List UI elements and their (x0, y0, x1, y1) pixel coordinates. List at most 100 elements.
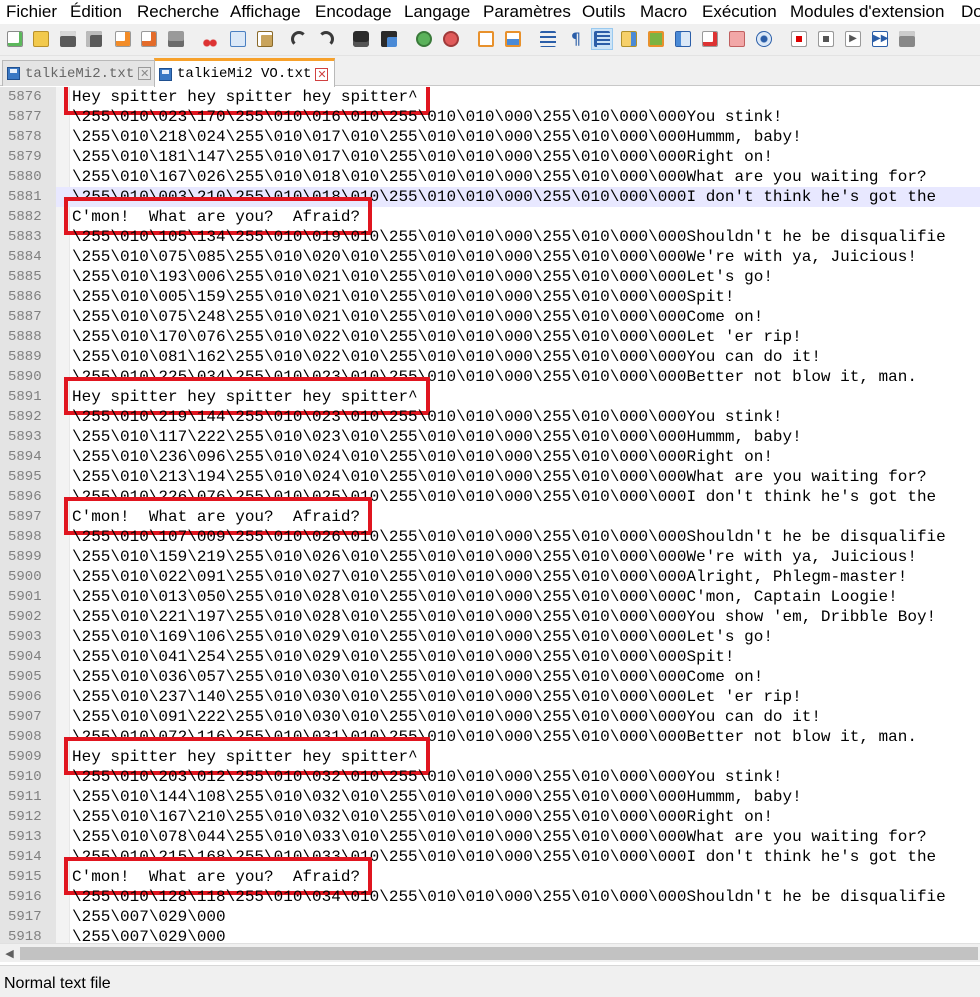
show-all-chars-icon[interactable]: ¶ (565, 28, 587, 50)
redo-icon[interactable] (315, 28, 337, 50)
line-text: \255\010\081\162\255\010\022\010\255\010… (72, 348, 821, 366)
editor-line[interactable]: 5907 \255\010\091\222\255\010\030\010\255… (0, 707, 980, 727)
stop-macro-icon[interactable] (815, 28, 837, 50)
line-text: \255\010\107\009\255\010\026\010\255\010… (72, 528, 946, 546)
editor-line[interactable]: 5893 \255\010\117\222\255\010\023\010\255… (0, 427, 980, 447)
save-all-icon[interactable] (83, 28, 105, 50)
editor-line[interactable]: 5899 \255\010\159\219\255\010\026\010\255… (0, 547, 980, 567)
cut-icon[interactable] (199, 28, 221, 50)
line-text: \255\010\117\222\255\010\023\010\255\010… (72, 428, 802, 446)
close-icon[interactable]: ✕ (315, 67, 329, 81)
line-number: 5894 (0, 447, 56, 467)
line-text: \255\007\029\000 (72, 908, 226, 926)
sync-v-icon[interactable] (475, 28, 497, 50)
folder-workspace-icon[interactable] (672, 28, 694, 50)
line-number: 5893 (0, 427, 56, 447)
doc-map-icon[interactable] (618, 28, 640, 50)
editor-line[interactable]: 5885 \255\010\193\006\255\010\021\010\255… (0, 267, 980, 287)
save-macro-icon[interactable] (896, 28, 918, 50)
undo-icon[interactable] (288, 28, 310, 50)
line-number: 5907 (0, 707, 56, 727)
editor-line[interactable]: 5910 \255\010\203\012\255\010\032\010\255… (0, 767, 980, 787)
editor-line[interactable]: 5884 \255\010\075\085\255\010\020\010\255… (0, 247, 980, 267)
menu-execution[interactable]: Exécution (702, 2, 777, 22)
line-text: \255\010\105\134\255\010\019\010\255\010… (72, 228, 946, 246)
line-text: \255\010\078\044\255\010\033\010\255\010… (72, 828, 927, 846)
line-text: \255\010\159\219\255\010\026\010\255\010… (72, 548, 917, 566)
editor-line[interactable]: 5912 \255\010\167\210\255\010\032\010\255… (0, 807, 980, 827)
monitoring-icon[interactable] (699, 28, 721, 50)
editor-line[interactable]: 5892 \255\010\219\144\255\010\023\010\255… (0, 407, 980, 427)
folder-as-workspace-icon[interactable] (726, 28, 748, 50)
text-editor[interactable]: 5876 Hey spitter hey spitter hey spitter^… (0, 87, 980, 943)
menu-recherche[interactable]: Recherche (137, 2, 219, 22)
line-number: 5888 (0, 327, 56, 347)
editor-line[interactable]: 5886 \255\010\005\159\255\010\021\010\255… (0, 287, 980, 307)
new-file-icon[interactable] (4, 28, 26, 50)
record-macro-icon[interactable] (788, 28, 810, 50)
editor-line[interactable]: 5918 \255\007\029\000 (0, 927, 980, 943)
scroll-thumb[interactable] (20, 947, 978, 960)
word-wrap-icon[interactable] (537, 28, 559, 50)
editor-line[interactable]: 5879 \255\010\181\147\255\010\017\010\255… (0, 147, 980, 167)
close-icon[interactable] (112, 28, 134, 50)
editor-line[interactable]: 5880 \255\010\167\026\255\010\018\010\255… (0, 167, 980, 187)
menu-documents[interactable]: Do (961, 2, 980, 22)
editor-line[interactable]: 5913 \255\010\078\044\255\010\033\010\255… (0, 827, 980, 847)
editor-line[interactable]: 5889 \255\010\081\162\255\010\022\010\255… (0, 347, 980, 367)
editor-line[interactable]: 5894 \255\010\236\096\255\010\024\010\255… (0, 447, 980, 467)
menu-encodage[interactable]: Encodage (315, 2, 392, 22)
close-all-icon[interactable] (138, 28, 160, 50)
menu-parametres[interactable]: Paramètres (483, 2, 571, 22)
play-macro-icon[interactable]: ▶ (842, 28, 864, 50)
horizontal-scrollbar[interactable]: ◀ (0, 943, 980, 962)
line-number: 5890 (0, 367, 56, 387)
indent-guide-icon[interactable] (591, 28, 613, 50)
scroll-left-icon[interactable]: ◀ (0, 944, 19, 963)
line-number: 5913 (0, 827, 56, 847)
run-macro-multiple-icon[interactable]: ▶▶ (869, 28, 891, 50)
menu-fichier[interactable]: Fichier (6, 2, 57, 22)
menu-modules[interactable]: Modules d'extension (790, 2, 944, 22)
editor-line[interactable]: 5906 \255\010\237\140\255\010\030\010\255… (0, 687, 980, 707)
open-file-icon[interactable] (30, 28, 52, 50)
editor-line[interactable]: 5878 \255\010\218\024\255\010\017\010\255… (0, 127, 980, 147)
editor-line[interactable]: 5902 \255\010\221\197\255\010\028\010\255… (0, 607, 980, 627)
zoom-in-icon[interactable] (413, 28, 435, 50)
editor-line[interactable]: 5901 \255\010\013\050\255\010\028\010\255… (0, 587, 980, 607)
replace-icon[interactable] (378, 28, 400, 50)
save-icon[interactable] (57, 28, 79, 50)
menu-affichage[interactable]: Affichage (230, 2, 301, 22)
editor-line[interactable]: 5877 \255\010\023\170\255\010\016\010\255… (0, 107, 980, 127)
line-number: 5880 (0, 167, 56, 187)
editor-line[interactable]: 5917 \255\007\029\000 (0, 907, 980, 927)
menu-macro[interactable]: Macro (640, 2, 687, 22)
print-icon[interactable] (165, 28, 187, 50)
function-list-icon[interactable] (645, 28, 667, 50)
editor-line[interactable]: 5898 \255\010\107\009\255\010\026\010\255… (0, 527, 980, 547)
menu-outils[interactable]: Outils (582, 2, 625, 22)
line-number: 5881 (0, 187, 56, 207)
close-icon[interactable]: ✕ (138, 67, 152, 80)
zoom-out-icon[interactable] (440, 28, 462, 50)
editor-line[interactable]: 5903 \255\010\169\106\255\010\029\010\255… (0, 627, 980, 647)
paste-icon[interactable] (254, 28, 276, 50)
tab-talkiemi2[interactable]: talkieMi2.txt ✕ (2, 60, 159, 86)
editor-line[interactable]: 5900 \255\010\022\091\255\010\027\010\255… (0, 567, 980, 587)
editor-line[interactable]: 5916 \255\010\128\118\255\010\034\010\255… (0, 887, 980, 907)
tab-talkiemi2-vo[interactable]: talkieMi2 VO.txt ✕ (154, 58, 336, 87)
editor-line[interactable]: 5883 \255\010\105\134\255\010\019\010\255… (0, 227, 980, 247)
copy-icon[interactable] (227, 28, 249, 50)
editor-line[interactable]: 5904 \255\010\041\254\255\010\029\010\255… (0, 647, 980, 667)
sync-h-icon[interactable] (502, 28, 524, 50)
editor-line[interactable]: 5911 \255\010\144\108\255\010\032\010\255… (0, 787, 980, 807)
editor-line[interactable]: 5895 \255\010\213\194\255\010\024\010\255… (0, 467, 980, 487)
menu-edition[interactable]: Édition (70, 2, 122, 22)
editor-line[interactable]: 5887 \255\010\075\248\255\010\021\010\255… (0, 307, 980, 327)
editor-line[interactable]: 5888 \255\010\170\076\255\010\022\010\255… (0, 327, 980, 347)
find-icon[interactable] (350, 28, 372, 50)
editor-line[interactable]: 5905 \255\010\036\057\255\010\030\010\255… (0, 667, 980, 687)
eye-icon[interactable] (753, 28, 775, 50)
line-text: \255\010\075\248\255\010\021\010\255\010… (72, 308, 764, 326)
menu-langage[interactable]: Langage (404, 2, 470, 22)
